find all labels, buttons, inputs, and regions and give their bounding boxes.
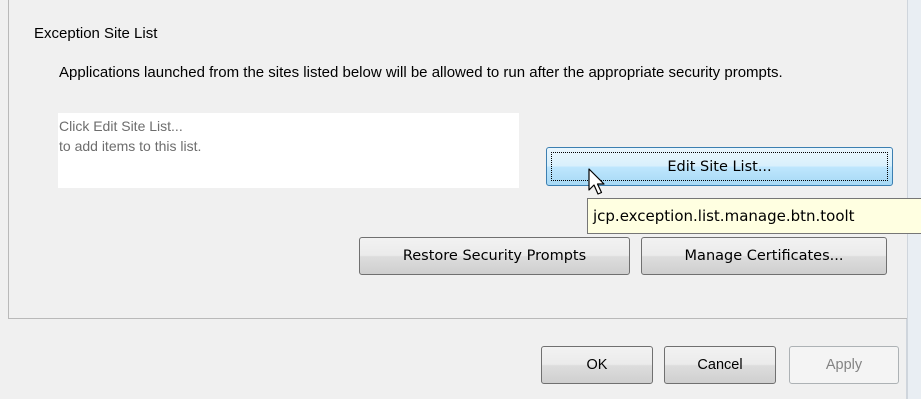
- section-title: Exception Site List: [34, 25, 158, 42]
- cancel-label: Cancel: [697, 357, 743, 373]
- ok-button[interactable]: OK: [541, 346, 653, 384]
- cancel-button[interactable]: Cancel: [664, 346, 776, 384]
- apply-button[interactable]: Apply: [789, 346, 899, 384]
- manage-certificates-label: Manage Certificates...: [684, 248, 844, 264]
- site-list-hint: Click Edit Site List... to add items to …: [59, 116, 201, 156]
- ok-label: OK: [586, 357, 608, 373]
- mouse-pointer-icon: [588, 168, 605, 195]
- restore-security-prompts-label: Restore Security Prompts: [402, 248, 587, 264]
- restore-security-prompts-button[interactable]: Restore Security Prompts: [359, 237, 630, 275]
- exception-site-list[interactable]: Click Edit Site List... to add items to …: [58, 113, 519, 188]
- manage-certificates-button[interactable]: Manage Certificates...: [641, 237, 887, 275]
- tooltip: jcp.exception.list.manage.btn.toolt: [587, 198, 921, 234]
- site-list-hint-line1: Click Edit Site List...: [59, 118, 183, 134]
- section-description: Applications launched from the sites lis…: [59, 64, 783, 81]
- apply-label: Apply: [825, 357, 863, 373]
- tooltip-text: jcp.exception.list.manage.btn.toolt: [593, 207, 855, 225]
- site-list-hint-line2: to add items to this list.: [59, 138, 202, 154]
